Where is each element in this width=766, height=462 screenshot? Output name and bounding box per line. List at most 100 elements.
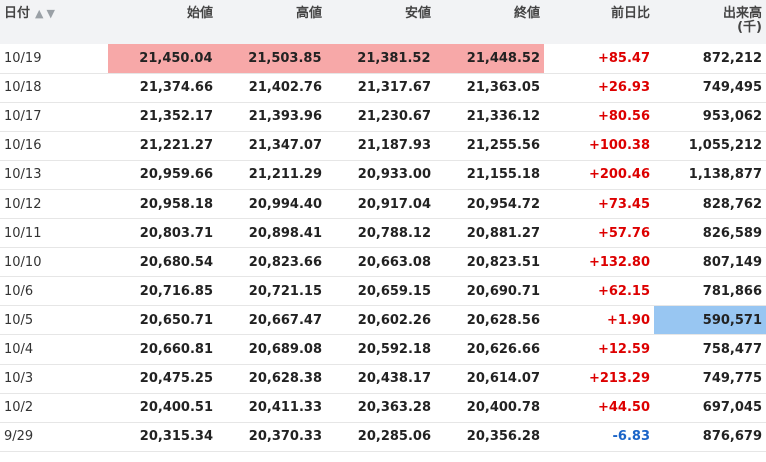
header-volume: 出来高 (千): [654, 0, 766, 44]
cell-high: 20,411.33: [217, 393, 326, 423]
cell-low: 20,285.06: [326, 422, 435, 452]
cell-low: 20,917.04: [326, 189, 435, 220]
cell-high: 21,211.29: [217, 160, 326, 190]
header-low: 安値: [326, 0, 435, 44]
cell-open: 21,352.17: [108, 102, 217, 132]
cell-low: 21,187.93: [326, 131, 435, 161]
price-history-table: 日付 ▲▼ 始値 高値 安値 終値 前日比 出来高 (千) 10/19 21,450.…: [0, 0, 766, 452]
cell-close: 20,356.28: [435, 422, 544, 452]
cell-close: 20,614.07: [435, 364, 544, 394]
table-row: 10/2 20,400.51 20,411.33 20,363.28 20,400.78…: [0, 393, 766, 423]
table-row: 10/12 20,958.18 20,994.40 20,917.04 20,954.7…: [0, 189, 766, 220]
cell-volume: 807,149: [654, 247, 766, 278]
cell-change: +132.80: [544, 247, 654, 278]
cell-open: 21,221.27: [108, 131, 217, 161]
cell-open: 21,450.04: [107, 44, 217, 74]
cell-change: +57.76: [544, 218, 654, 249]
cell-low: 20,363.28: [326, 393, 435, 423]
header-date[interactable]: 日付 ▲▼: [0, 0, 108, 44]
header-volume-unit: (千): [737, 20, 762, 35]
cell-high: 20,994.40: [217, 189, 326, 220]
cell-volume: 826,589: [654, 218, 766, 249]
cell-date: 10/5: [0, 305, 108, 336]
cell-open: 20,803.71: [108, 218, 217, 249]
cell-close: 20,628.56: [435, 305, 544, 336]
cell-close: 20,626.66: [435, 334, 544, 365]
cell-volume: 1,138,877: [654, 160, 766, 190]
cell-close: 21,448.52: [434, 44, 544, 74]
cell-volume: 697,045: [654, 393, 766, 423]
cell-date: 10/13: [0, 160, 108, 190]
header-row: 日付 ▲▼ 始値 高値 安値 終値 前日比 出来高 (千): [0, 0, 766, 44]
cell-date: 9/29: [0, 422, 108, 452]
cell-volume: 953,062: [654, 102, 766, 132]
cell-change: +213.29: [544, 364, 654, 394]
table-row: 10/6 20,716.85 20,721.15 20,659.15 20,690.71…: [0, 276, 766, 307]
cell-change: +62.15: [544, 276, 654, 307]
cell-low: 20,592.18: [326, 334, 435, 365]
cell-change: +73.45: [544, 189, 654, 220]
table-row: 10/18 21,374.66 21,402.76 21,317.67 21,363.0…: [0, 73, 766, 103]
table-row: 9/29 20,315.34 20,370.33 20,285.06 20,356.28…: [0, 422, 766, 452]
cell-high: 21,347.07: [217, 131, 326, 161]
cell-date: 10/3: [0, 364, 108, 394]
cell-close: 20,954.72: [435, 189, 544, 220]
cell-low: 20,933.00: [326, 160, 435, 190]
cell-high: 21,503.85: [216, 44, 326, 74]
cell-change: -6.83: [544, 422, 654, 452]
table-row: 10/3 20,475.25 20,628.38 20,438.17 20,614.07…: [0, 364, 766, 394]
cell-volume: 872,212: [654, 44, 766, 74]
sort-arrows-icon[interactable]: ▲▼: [35, 7, 58, 20]
header-open: 始値: [108, 0, 217, 44]
cell-open: 20,680.54: [108, 247, 217, 278]
cell-open: 20,315.34: [108, 422, 217, 452]
cell-high: 21,393.96: [217, 102, 326, 132]
cell-high: 20,667.47: [217, 305, 326, 336]
cell-change: +80.56: [544, 102, 654, 132]
cell-close: 21,155.18: [435, 160, 544, 190]
cell-low: 21,381.52: [325, 44, 435, 74]
cell-change: +100.38: [544, 131, 654, 161]
cell-low: 20,788.12: [326, 218, 435, 249]
cell-date: 10/11: [0, 218, 108, 249]
cell-high: 20,689.08: [217, 334, 326, 365]
cell-open: 20,958.18: [108, 189, 217, 220]
cell-close: 21,255.56: [435, 131, 544, 161]
cell-change: +12.59: [544, 334, 654, 365]
cell-date: 10/17: [0, 102, 108, 132]
cell-low: 20,438.17: [326, 364, 435, 394]
header-volume-label: 出来高: [722, 6, 762, 21]
cell-open: 20,716.85: [108, 276, 217, 307]
cell-date: 10/4: [0, 334, 108, 365]
cell-high: 20,721.15: [217, 276, 326, 307]
cell-date: 10/19: [0, 44, 108, 74]
cell-high: 20,370.33: [217, 422, 326, 452]
cell-close: 20,823.51: [435, 247, 544, 278]
header-high: 高値: [217, 0, 326, 44]
table-row: 10/4 20,660.81 20,689.08 20,592.18 20,626.66…: [0, 334, 766, 365]
cell-open: 21,374.66: [108, 73, 217, 103]
cell-open: 20,959.66: [108, 160, 217, 190]
cell-change: +200.46: [544, 160, 654, 190]
header-change: 前日比: [544, 0, 654, 44]
table-row: 10/19 21,450.04 21,503.85 21,381.52 21,448.5…: [0, 44, 766, 74]
cell-change: +26.93: [544, 73, 654, 103]
header-date-label: 日付: [4, 6, 31, 21]
cell-date: 10/12: [0, 189, 108, 220]
cell-volume: 749,495: [654, 73, 766, 103]
cell-change: +85.47: [544, 44, 654, 74]
cell-open: 20,400.51: [108, 393, 217, 423]
cell-high: 20,628.38: [217, 364, 326, 394]
cell-date: 10/10: [0, 247, 108, 278]
cell-close: 20,690.71: [435, 276, 544, 307]
cell-volume: 590,571: [654, 305, 766, 336]
table-row: 10/17 21,352.17 21,393.96 21,230.67 21,336.1…: [0, 102, 766, 132]
cell-high: 21,402.76: [217, 73, 326, 103]
cell-high: 20,823.66: [217, 247, 326, 278]
cell-close: 20,881.27: [435, 218, 544, 249]
cell-volume: 1,055,212: [654, 131, 766, 161]
header-close: 終値: [435, 0, 544, 44]
cell-close: 21,363.05: [435, 73, 544, 103]
table-row: 10/16 21,221.27 21,347.07 21,187.93 21,255.5…: [0, 131, 766, 161]
cell-date: 10/18: [0, 73, 108, 103]
